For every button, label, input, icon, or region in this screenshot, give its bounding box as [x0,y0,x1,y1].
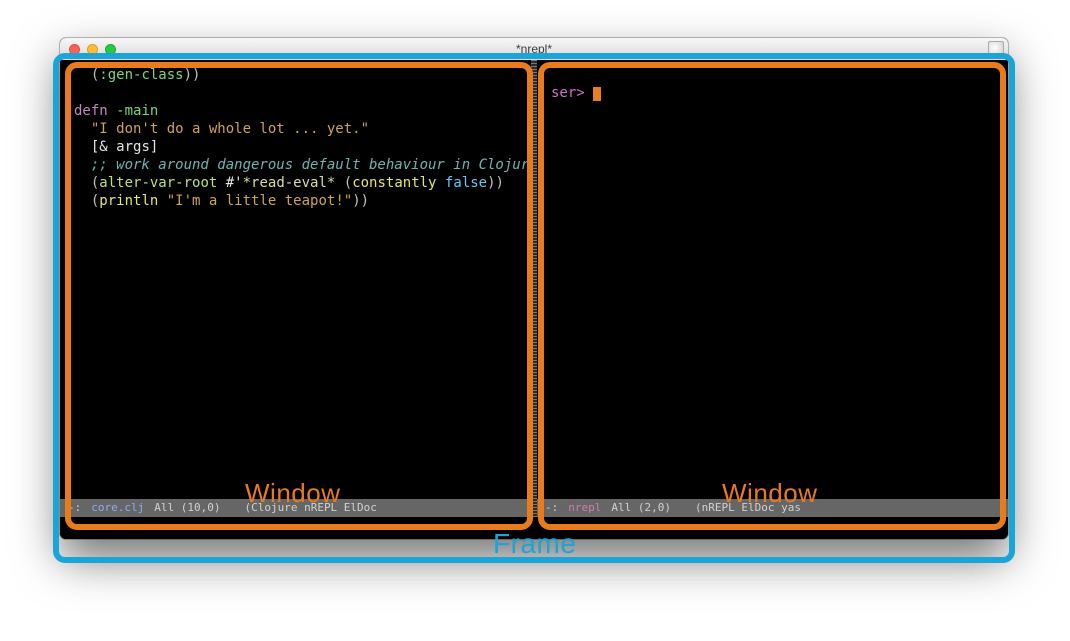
repl-buffer[interactable]: ser> [537,60,1008,126]
minimize-icon[interactable] [87,44,98,55]
left-editor-pane[interactable]: (:gen-class)) defn -main "I don't do a w… [60,60,531,517]
modeline-position: All (2,0) [611,499,671,517]
left-modeline: -: core.clj All (10,0) (Clojure nREPL El… [60,499,531,517]
cursor-icon [593,87,601,101]
modeline-prefix: -: [545,499,558,517]
editor-split-container: (:gen-class)) defn -main "I don't do a w… [60,60,1008,517]
modeline-buffer-name: nrepl [568,499,601,517]
zoom-icon[interactable] [105,44,116,55]
emacs-frame-window: *nrepl* (:gen-class)) defn -main "I don'… [60,38,1008,539]
modeline-modes: (nREPL ElDoc yas [695,499,801,517]
macos-titlebar: *nrepl* [60,38,1008,61]
minibuffer[interactable] [60,517,1008,539]
close-icon[interactable] [69,44,80,55]
modeline-modes: (Clojure nREPL ElDoc [244,499,376,517]
modeline-buffer-name: core.clj [91,499,144,517]
right-modeline: -: nrepl All (2,0) (nREPL ElDoc yas [537,499,1008,517]
clojure-source-code[interactable]: (:gen-class)) defn -main "I don't do a w… [60,60,531,216]
window-title: *nrepl* [60,42,1008,56]
modeline-prefix: -: [68,499,81,517]
repl-prompt: ser> [551,85,593,101]
titlebar-widget-icon [988,41,1004,57]
right-repl-pane[interactable]: ser> -: nrepl All (2,0) (nREPL ElDoc yas [537,60,1008,517]
modeline-position: All (10,0) [154,499,220,517]
